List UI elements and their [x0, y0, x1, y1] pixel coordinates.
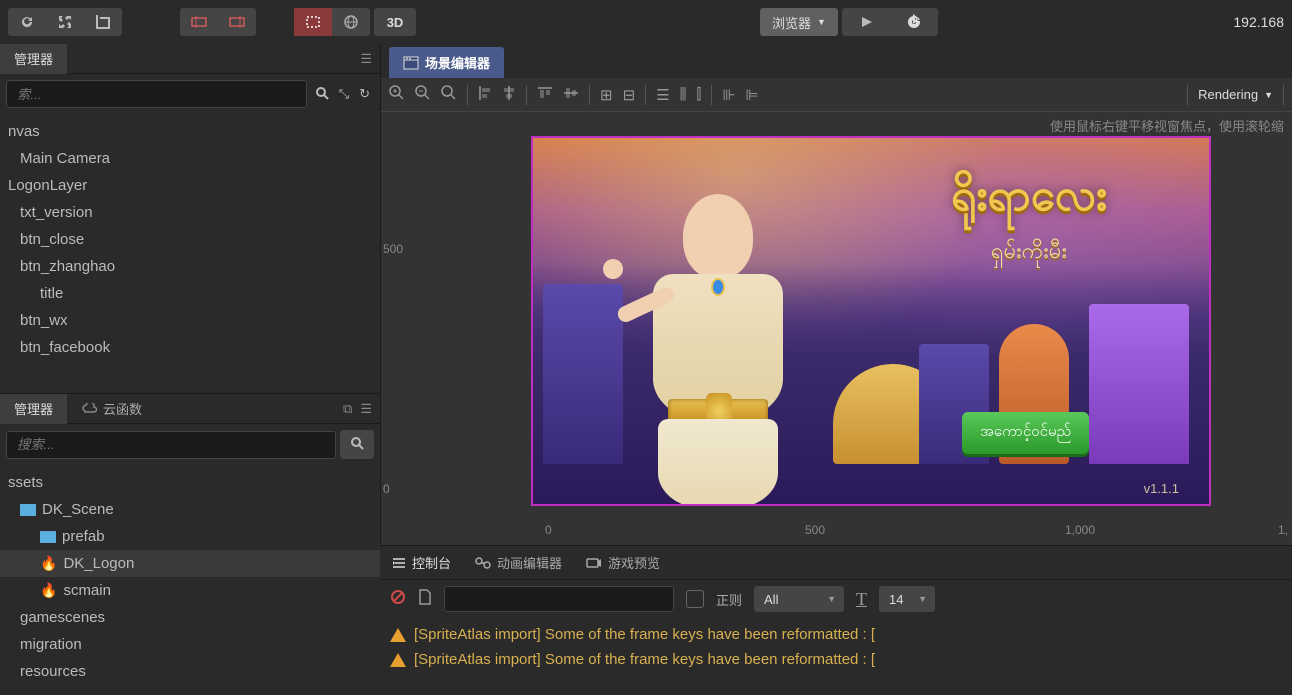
canvas-hint: 使用鼠标右键平移视窗焦点，使用滚轮缩: [1050, 116, 1284, 135]
fire-icon: 🔥: [40, 555, 57, 572]
asset-item[interactable]: 🔥DK_Logon: [0, 550, 380, 577]
rendering-dropdown[interactable]: Rendering▼: [1198, 87, 1273, 102]
log-line: [SpriteAtlas import] Some of the frame k…: [390, 647, 1282, 672]
game-preview-tab[interactable]: 游戏预览: [582, 553, 664, 572]
hierarchy-item[interactable]: Main Camera: [0, 145, 380, 172]
scene-editor-panel: 场景编辑器 ⊞ ⊟ ☰: [380, 44, 1292, 545]
game-canvas: ရိုးရာလေး ရှမ်းကိုးမီး အကောင့်ဝင်မည် v1.…: [531, 136, 1211, 506]
align-icon-6[interactable]: ⊟: [623, 86, 636, 104]
character-sprite: [613, 174, 813, 504]
hierarchy-item[interactable]: btn_wx: [0, 307, 380, 334]
distribute-icon-4[interactable]: ⊪: [722, 86, 735, 104]
menu-icon[interactable]: ☰: [360, 51, 372, 67]
console-panel: 控制台 动画编辑器 游戏预览 正则 All T 14: [380, 545, 1292, 695]
align-icon-1[interactable]: [478, 85, 492, 105]
ip-address-label: 192.168: [1233, 14, 1284, 30]
distribute-icon-1[interactable]: ☰: [656, 86, 669, 104]
tool-a-button[interactable]: [180, 8, 218, 36]
reload-button[interactable]: [890, 8, 938, 36]
asset-item[interactable]: gamescenes: [0, 604, 380, 631]
console-log: [SpriteAtlas import] Some of the frame k…: [380, 618, 1292, 695]
popout-icon[interactable]: ⧉: [343, 401, 352, 417]
file-icon[interactable]: [418, 589, 432, 610]
refresh-list-icon[interactable]: ↻: [359, 86, 370, 103]
ruler-horizontal: 0 500 1,000 1,: [405, 515, 1292, 545]
hierarchy-item[interactable]: btn_zhanghao: [0, 253, 380, 280]
hierarchy-item[interactable]: title: [0, 280, 380, 307]
refresh-button[interactable]: [8, 8, 46, 36]
distribute-icon-3[interactable]: ⫿: [697, 86, 702, 103]
scene-editor-tab[interactable]: 场景编辑器: [389, 47, 504, 78]
hierarchy-panel: 管理器 ☰ ⤡ ↻ nvasMain CameraLogonLayertxt_v…: [0, 44, 380, 394]
expand-button[interactable]: [46, 8, 84, 36]
asset-item[interactable]: 🔥scmain: [0, 577, 380, 604]
menu-icon[interactable]: ☰: [360, 401, 372, 417]
asset-item[interactable]: DK_Scene: [0, 496, 380, 523]
login-button[interactable]: အကောင့်ဝင်မည်: [962, 412, 1089, 454]
zoom-out-icon[interactable]: [415, 85, 431, 105]
warning-icon: [390, 628, 406, 642]
align-icon-5[interactable]: ⊞: [600, 86, 613, 104]
asset-item[interactable]: resources: [0, 658, 380, 685]
hierarchy-search-input[interactable]: [6, 80, 307, 108]
align-icon-2[interactable]: [502, 85, 516, 105]
assets-tree: ssetsDK_Sceneprefab🔥DK_Logon🔥scmaingames…: [0, 465, 380, 695]
warning-icon: [390, 653, 406, 667]
hierarchy-item[interactable]: btn_facebook: [0, 334, 380, 361]
hierarchy-item[interactable]: nvas: [0, 118, 380, 145]
ruler-vertical: 500 0: [381, 112, 405, 515]
canvas-viewport[interactable]: 使用鼠标右键平移视窗焦点，使用滚轮缩 500 0: [381, 112, 1292, 545]
align-icon-4[interactable]: [563, 86, 579, 104]
asset-item[interactable]: migration: [0, 631, 380, 658]
console-tab[interactable]: 控制台: [388, 553, 455, 572]
fire-icon: 🔥: [40, 582, 57, 599]
regex-checkbox[interactable]: [686, 590, 704, 608]
animation-editor-tab[interactable]: 动画编辑器: [471, 553, 566, 572]
folder-icon: [40, 531, 56, 543]
asset-item[interactable]: ssets: [0, 469, 380, 496]
log-level-select[interactable]: All: [754, 586, 844, 612]
hierarchy-tree: nvasMain CameraLogonLayertxt_versionbtn_…: [0, 114, 380, 393]
distribute-icon-5[interactable]: ⊫: [745, 86, 758, 104]
zoom-in-icon[interactable]: [389, 85, 405, 105]
hierarchy-tab[interactable]: 管理器: [0, 44, 67, 74]
cloud-functions-tab[interactable]: 云函数: [67, 394, 156, 424]
hierarchy-item[interactable]: txt_version: [0, 199, 380, 226]
text-icon[interactable]: T: [856, 589, 867, 610]
tool-b-button[interactable]: [218, 8, 256, 36]
3d-toggle-button[interactable]: 3D: [374, 8, 416, 36]
assets-tab[interactable]: 管理器: [0, 394, 67, 424]
regex-label: 正则: [716, 590, 742, 609]
search-icon[interactable]: [315, 86, 329, 103]
zoom-fit-icon[interactable]: [441, 85, 457, 105]
hierarchy-item[interactable]: LogonLayer: [0, 172, 380, 199]
hierarchy-item[interactable]: btn_close: [0, 226, 380, 253]
console-filter-input[interactable]: [444, 586, 674, 612]
crop-button[interactable]: [84, 8, 122, 36]
assets-panel: 管理器 云函数 ⧉ ☰ ssetsDK_Sceneprefab🔥DK_Logon…: [0, 394, 380, 695]
search-icon[interactable]: [350, 436, 364, 453]
folder-icon: [20, 504, 36, 516]
font-size-select[interactable]: 14: [879, 586, 935, 612]
distribute-icon-2[interactable]: ⫼: [680, 86, 687, 103]
align-icon-3[interactable]: [537, 86, 553, 104]
rect-tool-button[interactable]: [294, 8, 332, 36]
clear-console-button[interactable]: [390, 589, 406, 610]
globe-tool-button[interactable]: [332, 8, 370, 36]
version-label: v1.1.1: [1144, 481, 1179, 496]
browser-dropdown[interactable]: 浏览器▼: [760, 8, 838, 36]
asset-item[interactable]: prefab: [0, 523, 380, 550]
game-logo: ရိုးရာလေး ရှမ်းကိုးမီး: [889, 168, 1169, 278]
main-toolbar: 3D 浏览器▼ 192.168: [0, 0, 1292, 44]
log-line: [SpriteAtlas import] Some of the frame k…: [390, 622, 1282, 647]
collapse-icon[interactable]: ⤡: [339, 86, 349, 103]
assets-search-input[interactable]: [6, 431, 336, 459]
play-button[interactable]: [842, 8, 890, 36]
